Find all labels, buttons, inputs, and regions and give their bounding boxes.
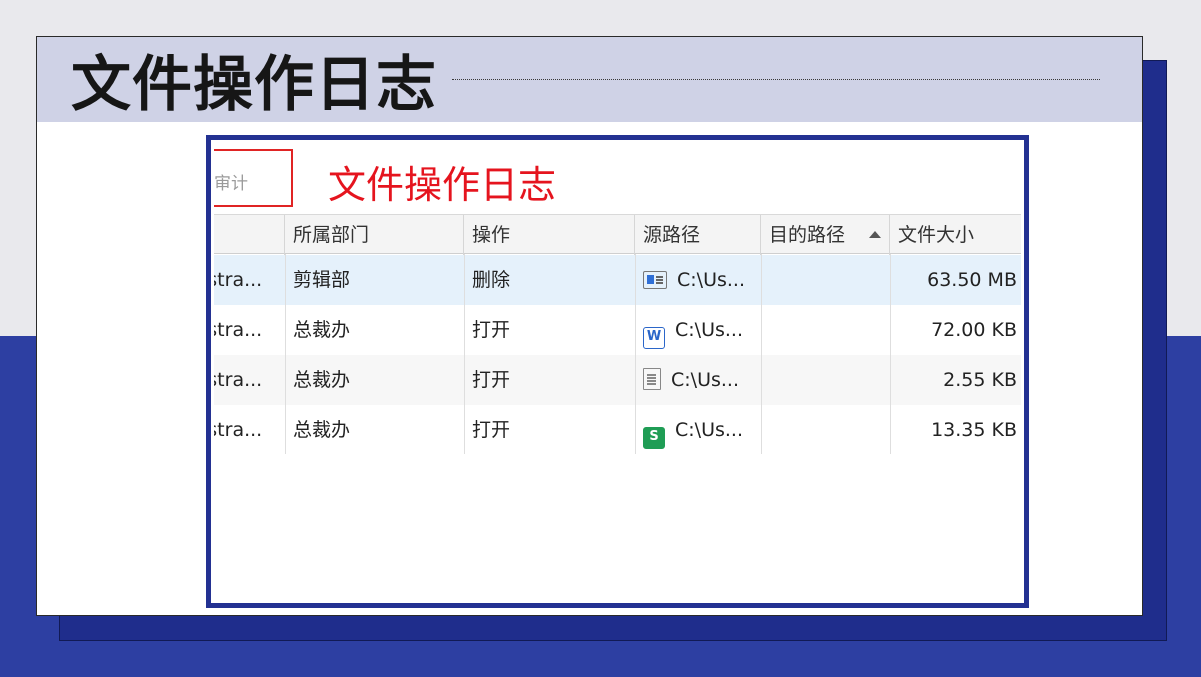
cell-file-size: 72.00 KB: [931, 319, 1017, 341]
cell-user: istra...: [214, 419, 263, 441]
table-header: 所属部门 操作 源路径 目的路径 文件大小: [214, 214, 1021, 255]
table-row[interactable]: istra... 总裁办 打开 C:\Us... 2.55 KB: [214, 355, 1021, 405]
cell-destination-path: [761, 305, 890, 355]
cell-department: 总裁办: [293, 419, 351, 441]
column-header-action[interactable]: 操作: [464, 215, 635, 255]
cell-file-size: 63.50 MB: [927, 269, 1017, 291]
cell-department: 总裁办: [293, 319, 351, 341]
table-row[interactable]: istra... 总裁办 打开 S C:\Us... 13.35 KB: [214, 405, 1021, 455]
cell-user: istra...: [214, 269, 263, 291]
column-header-file-size[interactable]: 文件大小: [890, 215, 1021, 255]
video-file-icon: [643, 271, 667, 289]
overlay-title: 文件操作日志: [328, 163, 557, 207]
source-path-text: C:\Us...: [675, 319, 743, 341]
table-row[interactable]: istra... 总裁办 打开 W C:\Us... 72.00 KB: [214, 305, 1021, 355]
source-path-text: C:\Us...: [677, 269, 745, 291]
cell-user: istra...: [214, 369, 263, 391]
cell-action: 打开: [472, 419, 511, 441]
cell-source-path: W C:\Us...: [635, 305, 761, 355]
source-path-text: C:\Us...: [671, 369, 739, 391]
screenshot-frame: 操作审计 文件操作日志 所属部门 操作 源路径 目的路径 文件大小 istra.…: [206, 135, 1029, 608]
cell-file-size: 13.35 KB: [931, 419, 1017, 441]
sort-ascending-icon: [869, 231, 881, 238]
column-header-department[interactable]: 所属部门: [285, 215, 464, 255]
text-file-icon: [643, 368, 661, 390]
cell-action: 打开: [472, 319, 511, 341]
cell-source-path: C:\Us...: [635, 255, 761, 305]
cell-department: 剪辑部: [293, 269, 351, 291]
cell-action: 打开: [472, 369, 511, 391]
tab-operation-audit-label: 操作审计: [214, 174, 248, 194]
screenshot-window: 操作审计 文件操作日志 所属部门 操作 源路径 目的路径 文件大小 istra.…: [214, 144, 1021, 600]
cell-action: 删除: [472, 269, 511, 291]
column-divider: [635, 254, 636, 454]
cell-destination-path: [761, 255, 890, 305]
column-divider: [761, 254, 762, 454]
tab-operation-audit[interactable]: 操作审计: [214, 149, 293, 207]
cell-destination-path: [761, 355, 890, 405]
source-path-text: C:\Us...: [675, 419, 743, 441]
column-divider: [285, 254, 286, 454]
column-divider: [464, 254, 465, 454]
table-row[interactable]: istra... 剪辑部 删除 C:\Us... 63.50 MB: [214, 255, 1021, 305]
page-title: 文件操作日志: [71, 50, 437, 120]
cell-source-path: S C:\Us...: [635, 405, 761, 455]
cell-department: 总裁办: [293, 369, 351, 391]
title-divider: [452, 79, 1100, 80]
column-header-destination-path[interactable]: 目的路径: [761, 215, 890, 255]
cell-user: istra...: [214, 319, 263, 341]
spreadsheet-file-icon: S: [643, 427, 665, 449]
column-header-source-path[interactable]: 源路径: [635, 215, 761, 255]
column-header-user[interactable]: [214, 215, 285, 255]
cell-destination-path: [761, 405, 890, 455]
cell-file-size: 2.55 KB: [943, 369, 1017, 391]
cell-source-path: C:\Us...: [635, 355, 761, 405]
column-divider: [890, 254, 891, 454]
word-file-icon: W: [643, 327, 665, 349]
